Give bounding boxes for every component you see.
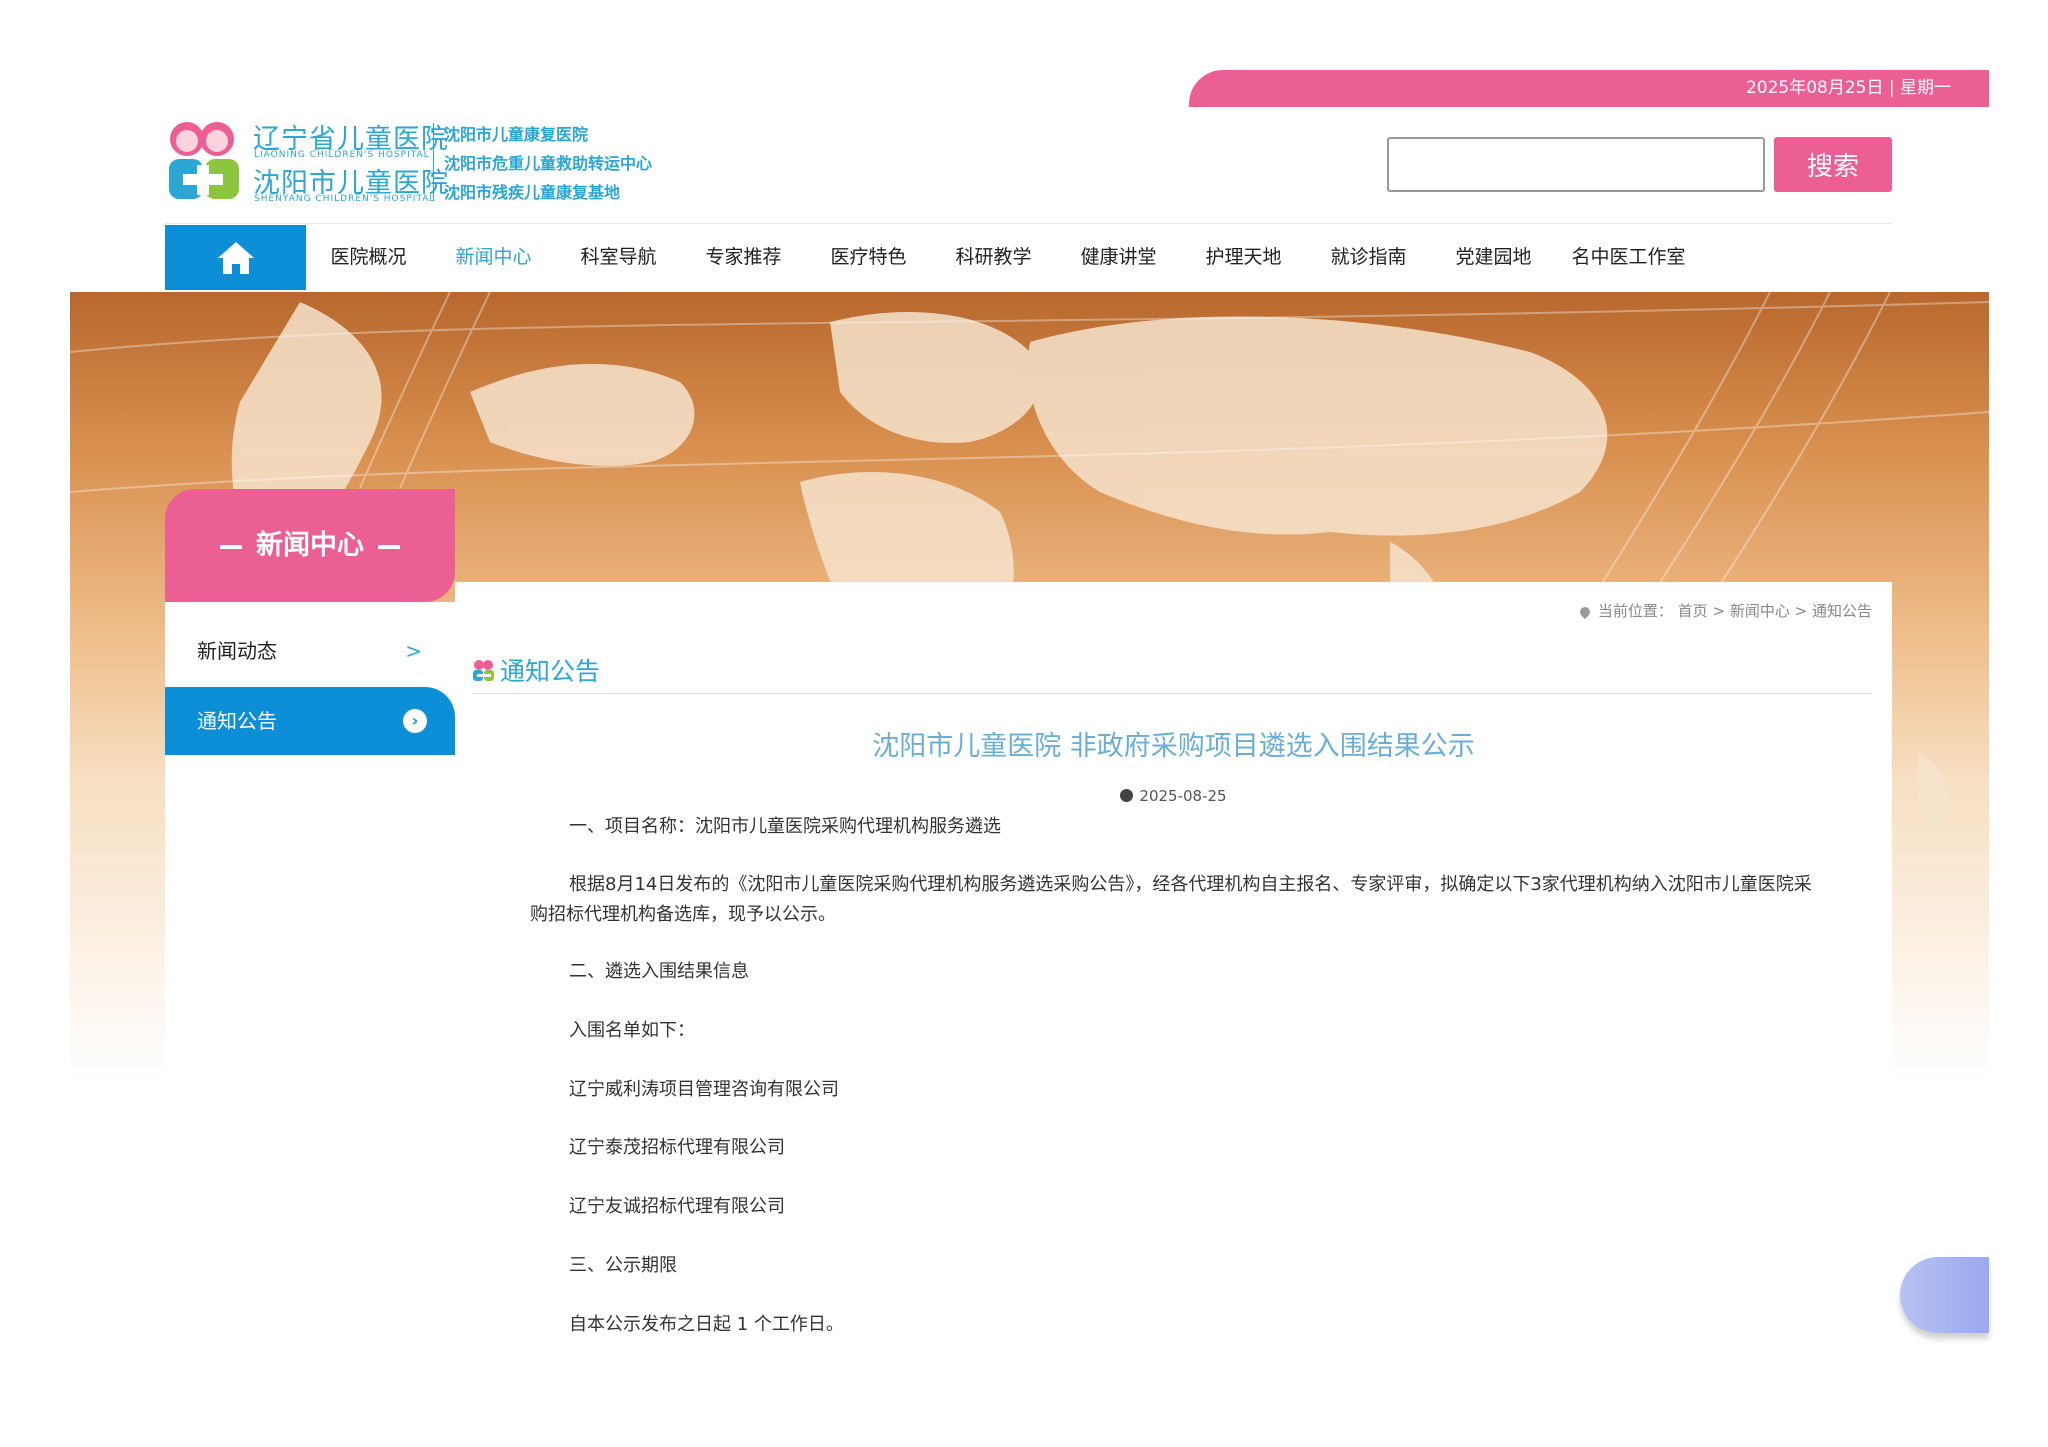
nav-item-experts[interactable]: 专家推荐 [681, 225, 806, 290]
sidebar-item-label: 通知公告 [197, 709, 277, 733]
article-paragraph: 辽宁威利涛项目管理咨询有限公司 [530, 1075, 1820, 1105]
paragraph-text: 辽宁威利涛项目管理咨询有限公司 [569, 1079, 839, 1100]
paragraph-text: 根据8月14日发布的《沈阳市儿童医院采购代理机构服务遴选采购公告》，经各代理机构… [530, 874, 1812, 925]
logo-en-liaoning: LIAONING CHILDREN'S HOSPITAL [254, 150, 430, 160]
sidebar-title: 新闻中心 [165, 489, 455, 602]
paragraph-text: 一、项目名称：沈阳市儿童医院采购代理机构服务遴选 [569, 816, 1001, 837]
article-paragraph: 一、项目名称：沈阳市儿童医院采购代理机构服务遴选 [530, 812, 1820, 842]
nav-item-departments[interactable]: 科室导航 [556, 225, 681, 290]
section-header: 通知公告 [472, 652, 600, 688]
logo-subname: 沈阳市残疾儿童康复基地 [444, 183, 621, 202]
article-date: 2025-08-25 [455, 787, 1892, 805]
nav-item-features[interactable]: 医疗特色 [806, 225, 931, 290]
article-date-text: 2025-08-25 [1139, 787, 1227, 805]
nav-top-divider [165, 223, 1892, 224]
home-icon [217, 241, 254, 274]
sidebar-title-text: 新闻中心 [256, 530, 364, 561]
chevron-right-icon: > [405, 639, 422, 663]
article-paragraph: 根据8月14日发布的《沈阳市儿童医院采购代理机构服务遴选采购公告》，经各代理机构… [530, 870, 1820, 930]
logo-subname: 沈阳市危重儿童救助转运中心 [444, 154, 653, 173]
clock-icon [1120, 789, 1134, 802]
nav-item-health-lectures[interactable]: 健康讲堂 [1056, 225, 1181, 290]
nav-item-research[interactable]: 科研教学 [931, 225, 1056, 290]
search-input[interactable] [1387, 137, 1765, 192]
paragraph-text: 二、遴选入围结果信息 [569, 961, 749, 982]
date-bar: 2025年08月25日 | 星期一 [1189, 70, 1989, 107]
breadcrumb-news-center[interactable]: 新闻中心 [1730, 602, 1790, 620]
article-paragraph: 自本公示发布之日起 1 个工作日。 [530, 1310, 1820, 1340]
breadcrumb: 当前位置： 首页 > 新闻中心 > 通知公告 [1577, 600, 1872, 621]
section-title: 通知公告 [500, 657, 601, 686]
article-paragraph: 二、遴选入围结果信息 [530, 957, 1820, 987]
section-divider [472, 693, 1872, 694]
breadcrumb-notices[interactable]: 通知公告 [1812, 602, 1872, 620]
circle-arrow-icon: › [403, 709, 427, 733]
main-nav: 医院概况 新闻中心 科室导航 专家推荐 医疗特色 科研教学 健康讲堂 护理天地 … [306, 225, 1701, 290]
article-paragraph: 三、公示期限 [530, 1251, 1820, 1281]
sidebar-item-label: 新闻动态 [197, 639, 277, 663]
hospital-mini-logo-icon [473, 660, 494, 681]
dash-decoration [378, 544, 400, 549]
logo-en-shenyang: SHENYANG CHILDREN'S HOSPITAL [254, 194, 436, 204]
sidebar-item-news-updates[interactable]: 新闻动态 > [165, 617, 455, 685]
logo-subname: 沈阳市儿童康复医院 [444, 125, 589, 144]
dash-decoration [220, 544, 242, 549]
breadcrumb-separator: > [1794, 602, 1808, 620]
search-button[interactable]: 搜索 [1774, 137, 1892, 192]
paragraph-text: 入围名单如下： [569, 1020, 695, 1041]
location-pin-icon [1577, 604, 1592, 619]
article-paragraph: 入围名单如下： [530, 1016, 1820, 1046]
paragraph-text: 自本公示发布之日起 1 个工作日。 [569, 1314, 844, 1335]
nav-item-nursing[interactable]: 护理天地 [1181, 225, 1306, 290]
breadcrumb-separator: > [1712, 602, 1726, 620]
sidebar-item-notices[interactable]: 通知公告 › [165, 687, 455, 755]
article-paragraph: 辽宁友诚招标代理有限公司 [530, 1192, 1820, 1222]
nav-item-news[interactable]: 新闻中心 [431, 225, 556, 290]
article-paragraph: 辽宁泰茂招标代理有限公司 [530, 1133, 1820, 1163]
breadcrumb-home[interactable]: 首页 [1678, 602, 1708, 620]
breadcrumb-prefix: 当前位置： [1597, 602, 1673, 620]
hospital-logo-icon [169, 122, 239, 199]
hospital-logo[interactable]: 辽宁省儿童医院 LIAONING CHILDREN'S HOSPITAL 沈阳市… [165, 117, 685, 207]
floating-side-tab[interactable] [1900, 1257, 1989, 1333]
nav-item-tcm-studio[interactable]: 名中医工作室 [1556, 225, 1701, 290]
nav-item-visit-guide[interactable]: 就诊指南 [1306, 225, 1431, 290]
nav-item-overview[interactable]: 医院概况 [306, 225, 431, 290]
paragraph-text: 辽宁泰茂招标代理有限公司 [569, 1137, 785, 1158]
logo-divider [433, 123, 434, 201]
article-title: 沈阳市儿童医院 非政府采购项目遴选入围结果公示 [872, 731, 1475, 762]
paragraph-text: 辽宁友诚招标代理有限公司 [569, 1196, 785, 1217]
paragraph-text: 三、公示期限 [569, 1255, 677, 1276]
home-button[interactable] [165, 225, 306, 290]
nav-item-party[interactable]: 党建园地 [1431, 225, 1556, 290]
content-panel: 当前位置： 首页 > 新闻中心 > 通知公告 通知公告 沈阳市儿童医院 非政府采… [455, 582, 1892, 1447]
